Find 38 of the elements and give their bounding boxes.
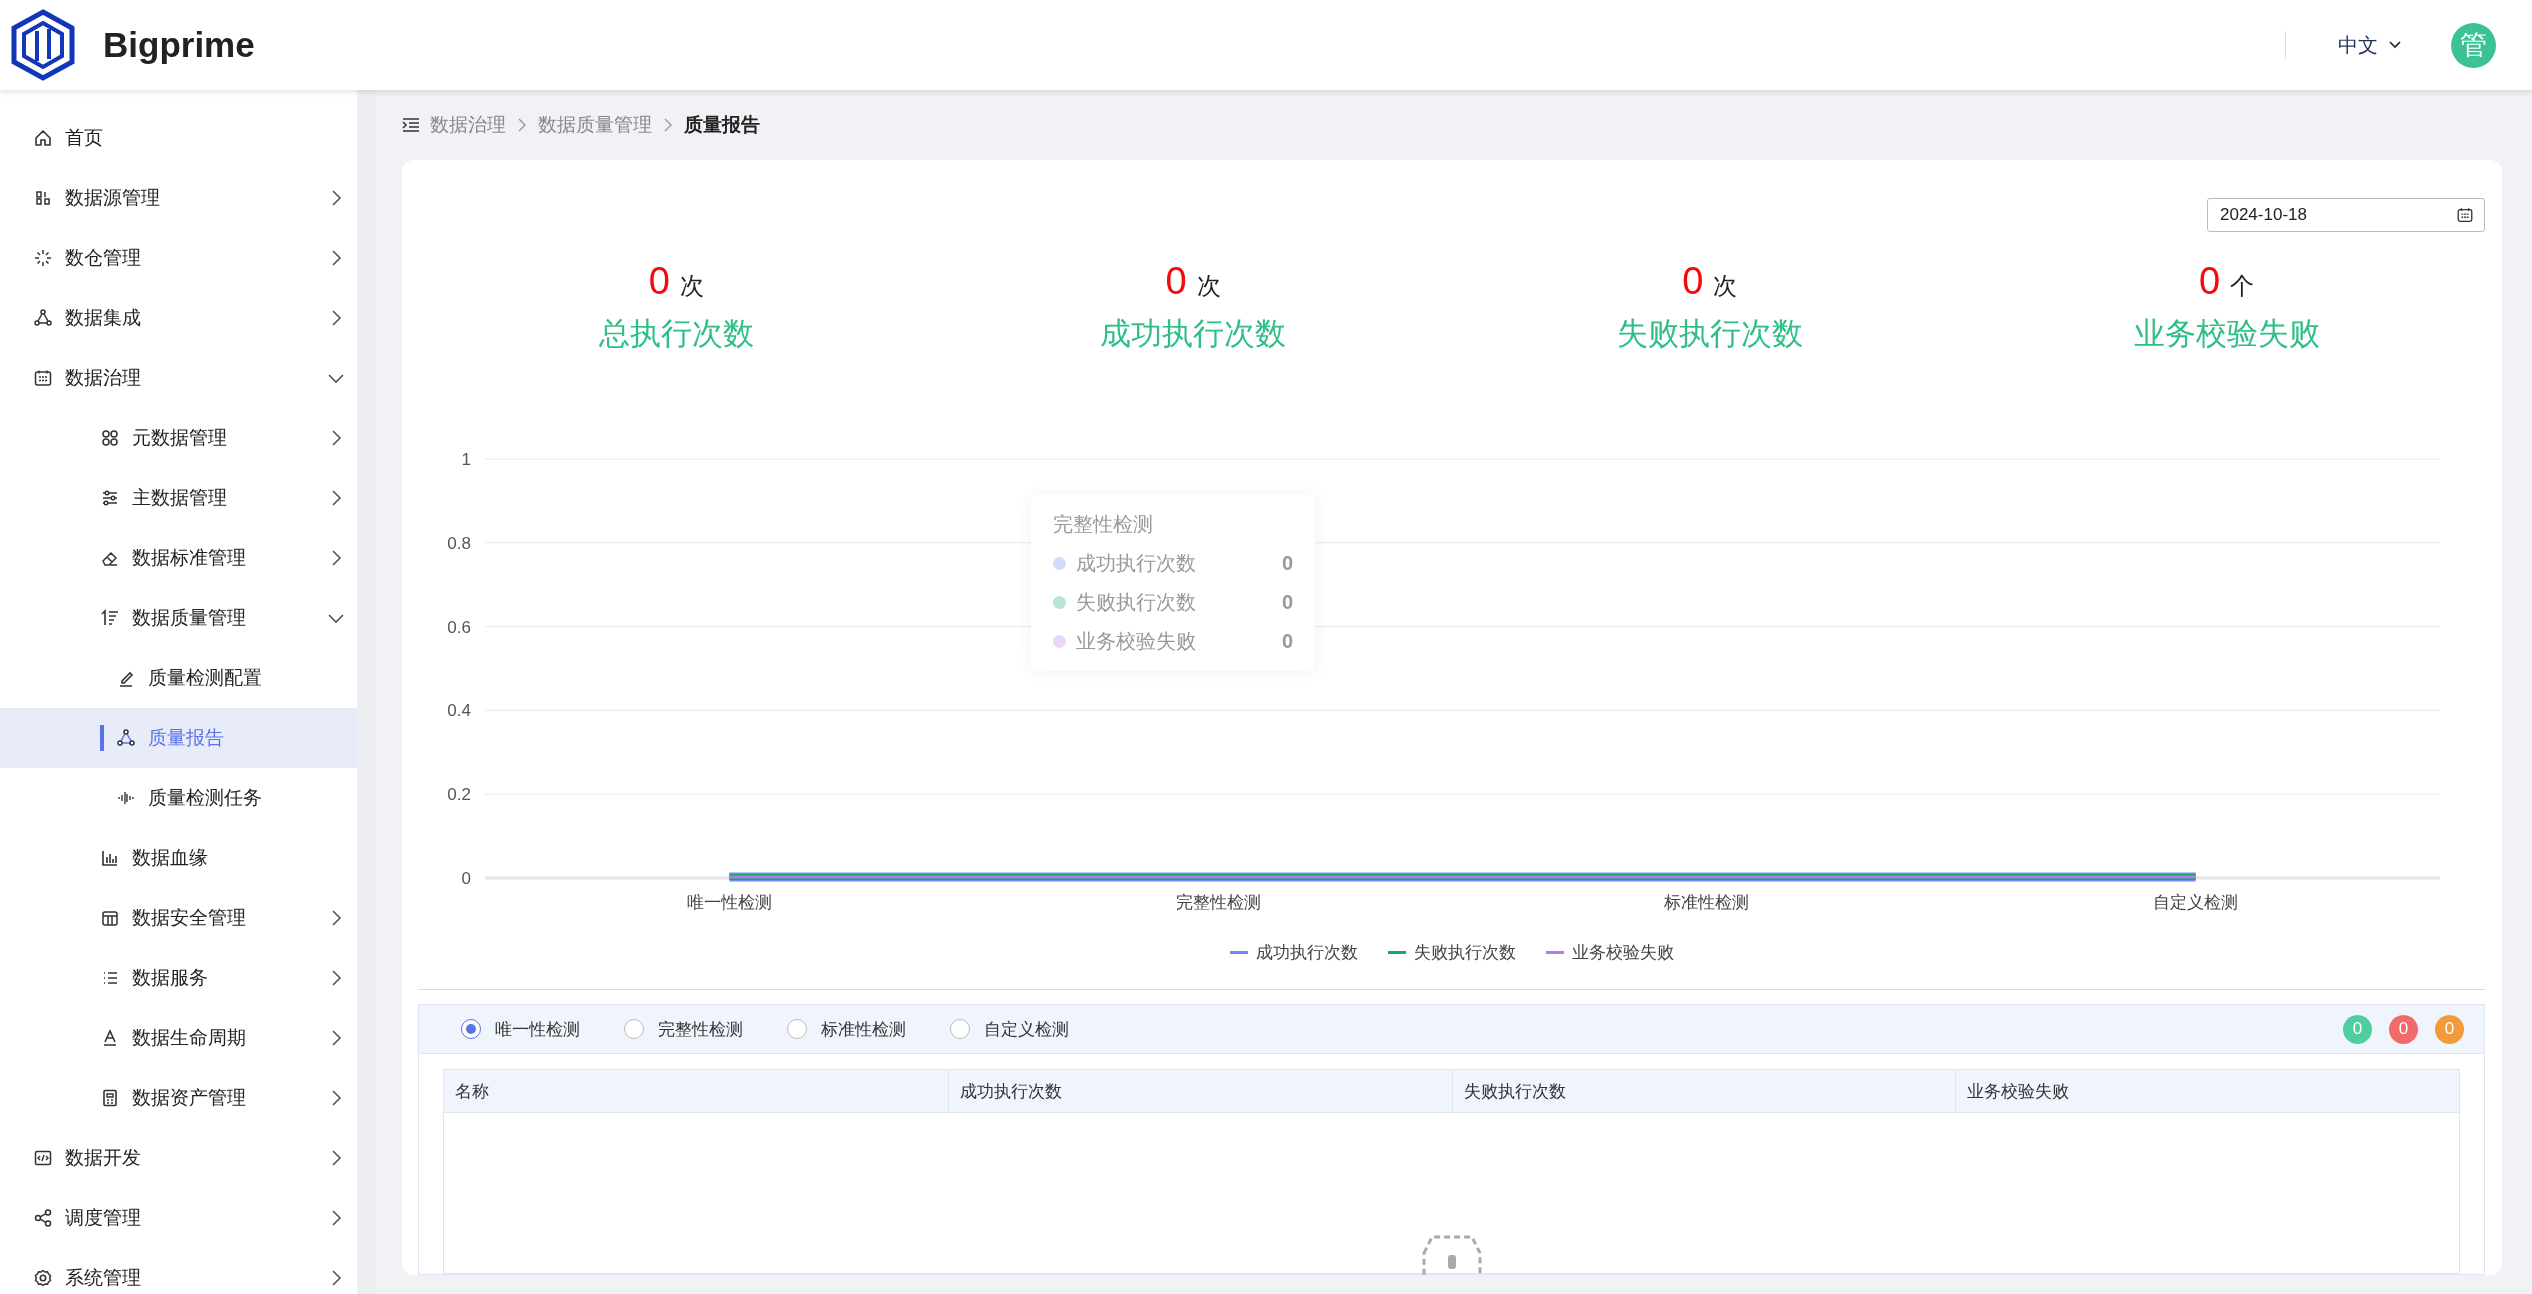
axis-label: 0.4 [447,701,471,721]
column-header: 业务校验失败 [1955,1070,2459,1112]
stat-label: 失败执行次数 [1616,315,1803,353]
count-badge: 0 [2389,1014,2418,1044]
tooltip-label: 业务校验失败 [1076,629,1196,654]
stat-unit: 次 [679,271,704,301]
count-badge: 0 [2343,1014,2372,1044]
axis-label: 完整性检测 [1175,893,1261,912]
tooltip-value: 0 [1281,630,1293,653]
axis-label: 0 [461,869,471,888]
axis-label: 自定义检测 [2153,893,2239,912]
stat-value: 0 [2199,260,2221,303]
stat-unit: 次 [1196,271,1221,301]
axis-label: 0.2 [447,785,471,805]
axis-label: 0.8 [447,533,471,553]
brand-name: Bigprime [103,25,255,65]
tooltip-label: 失败执行次数 [1076,590,1196,615]
stat-value: 0 [1165,260,1187,303]
tooltip-value: 0 [1281,591,1293,614]
tooltip-title: 完整性检测 [1053,512,1154,537]
tooltip-label: 成功执行次数 [1076,551,1196,576]
axis-label: 唯一性检测 [686,893,772,912]
stat-unit: 个 [2230,271,2255,301]
stat-value: 0 [648,260,670,303]
stat-value: 0 [1682,260,1704,303]
axis-label: 1 [461,450,471,469]
stat-label: 总执行次数 [598,315,754,353]
column-header: 名称 [454,1080,490,1103]
count-badge: 0 [2435,1014,2464,1044]
stat-unit: 次 [1713,271,1738,301]
tooltip-value: 0 [1281,552,1293,575]
breadcrumb-item: 质量报告 [684,113,760,137]
axis-label: 标准性检测 [1664,893,1750,912]
stat-label: 业务校验失败 [2133,315,2320,353]
column-header: 失败执行次数 [1451,1070,1956,1112]
column-header: 成功执行次数 [947,1070,1452,1112]
stat-label: 成功执行次数 [1100,315,1287,353]
axis-label: 0.6 [447,617,471,637]
